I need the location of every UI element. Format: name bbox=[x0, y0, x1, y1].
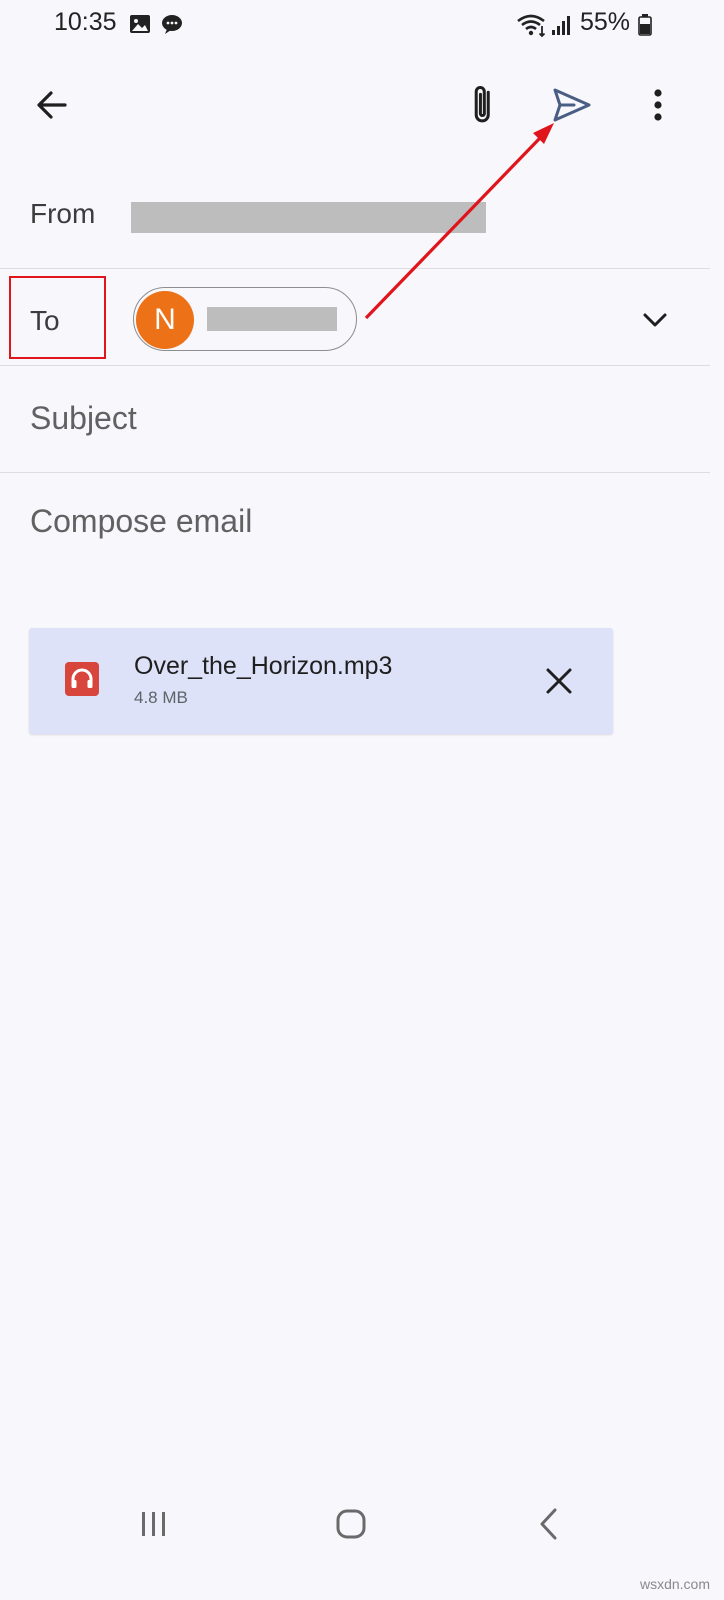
watermark: wsxdn.com bbox=[639, 1576, 710, 1592]
home-button[interactable] bbox=[336, 1509, 366, 1539]
recents-button[interactable] bbox=[142, 1512, 165, 1536]
nav-back-button[interactable] bbox=[540, 1508, 557, 1540]
headphones-icon bbox=[65, 662, 99, 696]
annotation-arrow bbox=[364, 123, 554, 320]
divider bbox=[0, 472, 710, 473]
attachment-file-size: 4.8 MB bbox=[134, 688, 188, 707]
attachment-card[interactable] bbox=[29, 628, 613, 734]
remove-attachment-button[interactable] bbox=[531, 653, 587, 709]
attachment-file-name: Over_the_Horizon.mp3 bbox=[134, 652, 393, 680]
close-icon bbox=[546, 668, 572, 694]
compose-body-input[interactable]: Compose email bbox=[30, 503, 252, 540]
system-nav-bar bbox=[142, 1508, 557, 1540]
subject-input[interactable]: Subject bbox=[30, 400, 137, 437]
